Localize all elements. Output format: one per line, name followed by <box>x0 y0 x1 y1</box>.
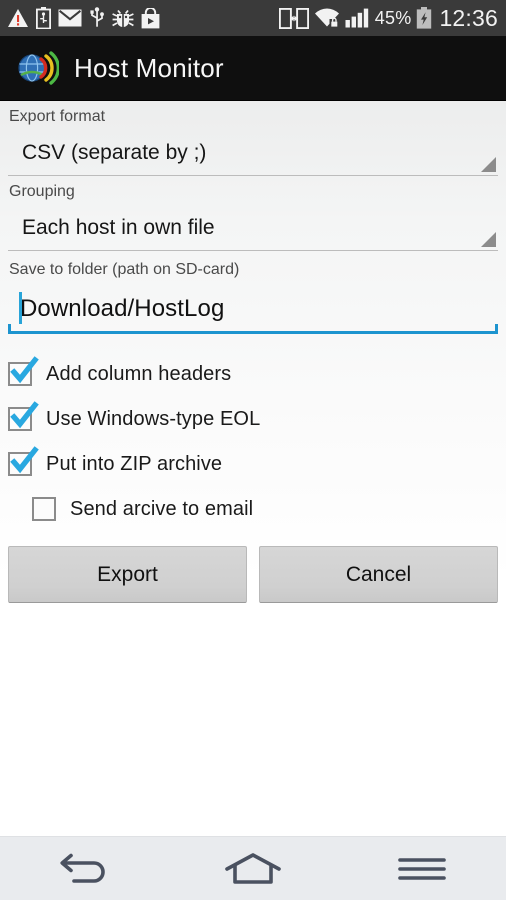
screen-share-icon <box>278 7 309 29</box>
globe-signal-icon <box>18 51 59 85</box>
app-screen: 45% 12:36 Host Monitor Export format CSV <box>0 0 506 900</box>
save-folder-input[interactable]: Download/HostLog <box>8 284 498 334</box>
checkbox-use-windows-eol[interactable]: Use Windows-type EOL <box>8 396 498 441</box>
checkmark-icon <box>10 355 39 383</box>
system-navigation-bar <box>0 836 506 900</box>
checkbox-put-into-zip[interactable]: Put into ZIP archive <box>8 441 498 486</box>
app-title-bar: Host Monitor <box>0 36 506 101</box>
save-folder-label: Save to folder (path on SD-card) <box>9 261 240 278</box>
spinner-triangle-icon <box>481 232 496 247</box>
checkbox-add-column-headers[interactable]: Add column headers <box>8 351 498 396</box>
nav-back-button[interactable] <box>0 837 169 900</box>
text-caret <box>19 292 22 324</box>
checkmark-icon <box>10 400 39 428</box>
menu-icon <box>397 857 446 880</box>
export-format-label: Export format <box>9 108 106 125</box>
wifi-secured-icon <box>314 8 339 28</box>
checkbox-box <box>8 355 39 386</box>
checkbox-send-archive-email[interactable]: Send arcive to email <box>8 486 498 532</box>
export-button[interactable]: Export <box>8 546 247 603</box>
charging-battery-icon <box>417 7 432 29</box>
grouping-label: Grouping <box>9 183 75 200</box>
checkbox-label: Send arcive to email <box>70 498 254 520</box>
page-title: Host Monitor <box>74 52 224 83</box>
home-icon <box>225 852 281 884</box>
save-folder-value: Download/HostLog <box>20 295 225 322</box>
battery-percent-label: 45% <box>374 8 412 28</box>
checkmark-icon <box>10 445 39 473</box>
debug-bug-icon <box>112 9 134 27</box>
checkbox-label: Use Windows-type EOL <box>46 407 261 430</box>
clock-label: 12:36 <box>439 4 498 31</box>
checkbox-box <box>32 497 56 521</box>
export-settings-form: Export format CSV (separate by ;) Groupi… <box>0 101 506 836</box>
grouping-spinner[interactable]: Each host in own file <box>8 205 498 251</box>
action-buttons: Export Cancel <box>8 532 498 603</box>
warning-triangle-icon <box>8 9 28 27</box>
options-checkbox-group: Add column headers Use Windows-type EOL … <box>8 334 498 532</box>
back-icon <box>60 853 106 883</box>
status-bar-right-icons: 45% 12:36 <box>278 4 500 31</box>
nav-menu-button[interactable] <box>337 837 506 900</box>
status-bar: 45% 12:36 <box>0 0 506 36</box>
play-store-icon <box>141 7 160 28</box>
export-format-value: CSV (separate by ;) <box>22 141 207 164</box>
nav-home-button[interactable] <box>169 837 338 900</box>
input-focus-underline <box>8 324 498 334</box>
email-icon <box>58 9 82 27</box>
cancel-button[interactable]: Cancel <box>259 546 498 603</box>
usb-battery-icon <box>36 7 51 29</box>
checkbox-label: Add column headers <box>46 362 232 385</box>
checkbox-box <box>8 400 39 431</box>
status-bar-left-icons <box>7 7 160 29</box>
spinner-triangle-icon <box>481 157 496 172</box>
grouping-value: Each host in own file <box>22 216 215 239</box>
checkbox-label: Put into ZIP archive <box>46 452 223 475</box>
usb-icon <box>90 7 104 27</box>
export-format-spinner[interactable]: CSV (separate by ;) <box>8 130 498 176</box>
checkbox-box <box>8 445 39 476</box>
signal-bars-icon <box>345 8 368 28</box>
